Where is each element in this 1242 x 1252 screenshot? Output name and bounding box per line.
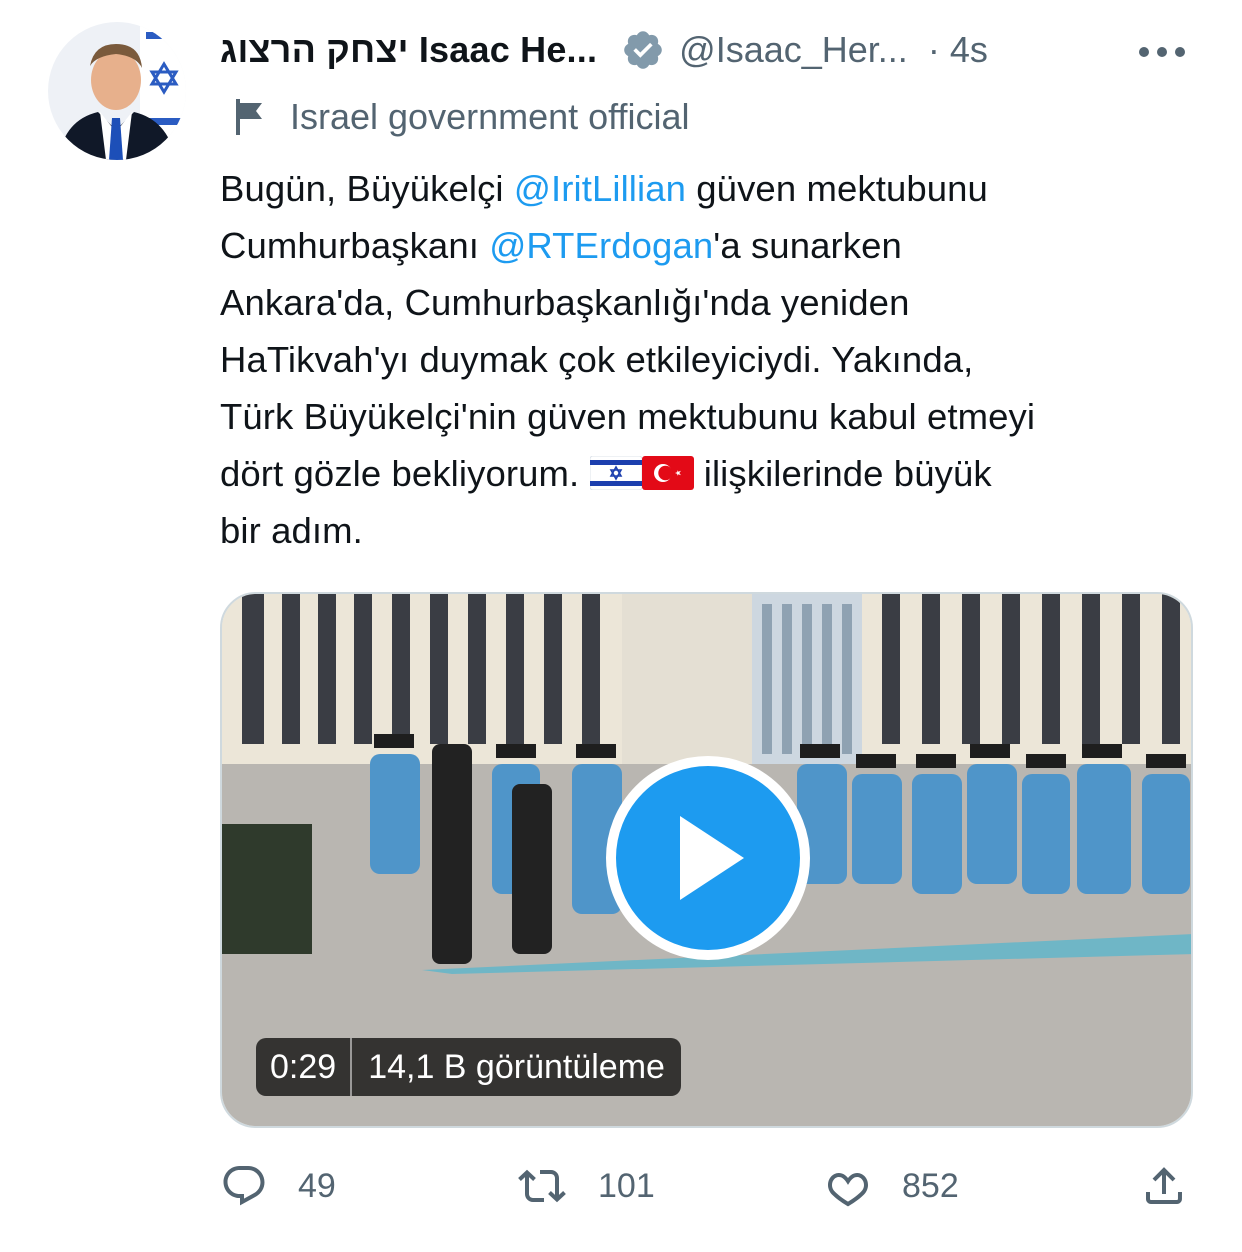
tweet-text: Bugün, Büyükelçi @IritLillian güven mekt…	[220, 160, 1210, 559]
israel-flag-icon	[589, 456, 642, 490]
retweet-icon	[518, 1169, 566, 1203]
more-icon[interactable]	[1132, 30, 1192, 70]
retweet-button[interactable]: 101	[516, 1162, 655, 1210]
display-name[interactable]: יצחק הרצוג Isaac He...	[220, 29, 597, 71]
text-line: bir adım.	[220, 510, 363, 551]
text-segment: Cumhurbaşkanı	[220, 225, 490, 266]
reply-icon	[223, 1166, 265, 1206]
play-icon	[680, 816, 744, 900]
timestamp[interactable]: 4s	[950, 29, 988, 71]
affiliation-label[interactable]: Israel government official	[234, 96, 690, 138]
tweet-header: יצחק הרצוג Isaac He... @Isaac_Her... · 4…	[220, 24, 1202, 76]
text-segment: ilişkilerinde büyük	[693, 453, 992, 494]
like-button[interactable]: 852	[824, 1162, 959, 1210]
mention-iritlillian[interactable]: @IritLillian	[514, 168, 686, 209]
text-segment: güven mektubunu	[686, 168, 988, 209]
reply-button[interactable]: 49	[220, 1162, 336, 1210]
mention-rterdogan[interactable]: @RTErdogan	[489, 225, 713, 266]
video-duration: 0:29	[270, 1047, 337, 1086]
video-views: 14,1 B görüntüleme	[368, 1047, 665, 1086]
turkey-flag-icon	[641, 456, 694, 490]
handle[interactable]: @Isaac_Her...	[679, 29, 908, 71]
video-player[interactable]: 0:29 14,1 B görüntüleme	[220, 592, 1193, 1128]
text-line: Ankara'da, Cumhurbaşkanlığı'nda yeniden	[220, 282, 910, 323]
avatar-image	[48, 22, 186, 160]
text-segment: 'a sunarken	[713, 225, 902, 266]
video-info-bar: 0:29 14,1 B görüntüleme	[256, 1038, 681, 1096]
flag-icon	[236, 99, 262, 135]
verified-badge-icon	[624, 31, 662, 69]
separator-dot: ·	[927, 29, 940, 70]
text-line: HaTikvah'yı duymak çok etkileyiciydi. Ya…	[220, 339, 974, 380]
like-icon	[828, 1172, 868, 1207]
text-segment: dört gözle bekliyorum.	[220, 453, 590, 494]
reply-count: 49	[298, 1166, 336, 1205]
play-button[interactable]	[606, 756, 810, 960]
share-button[interactable]	[1140, 1162, 1218, 1210]
retweet-count: 101	[598, 1166, 655, 1205]
share-icon	[1146, 1167, 1182, 1204]
text-line: Türk Büyükelçi'nin güven mektubunu kabul…	[220, 396, 1036, 437]
avatar[interactable]	[48, 22, 186, 160]
affiliation-text: Israel government official	[290, 96, 690, 137]
text-segment: Bugün, Büyükelçi	[220, 168, 514, 209]
like-count: 852	[902, 1166, 959, 1205]
tweet-actions: 49 101 852	[220, 1162, 1200, 1222]
